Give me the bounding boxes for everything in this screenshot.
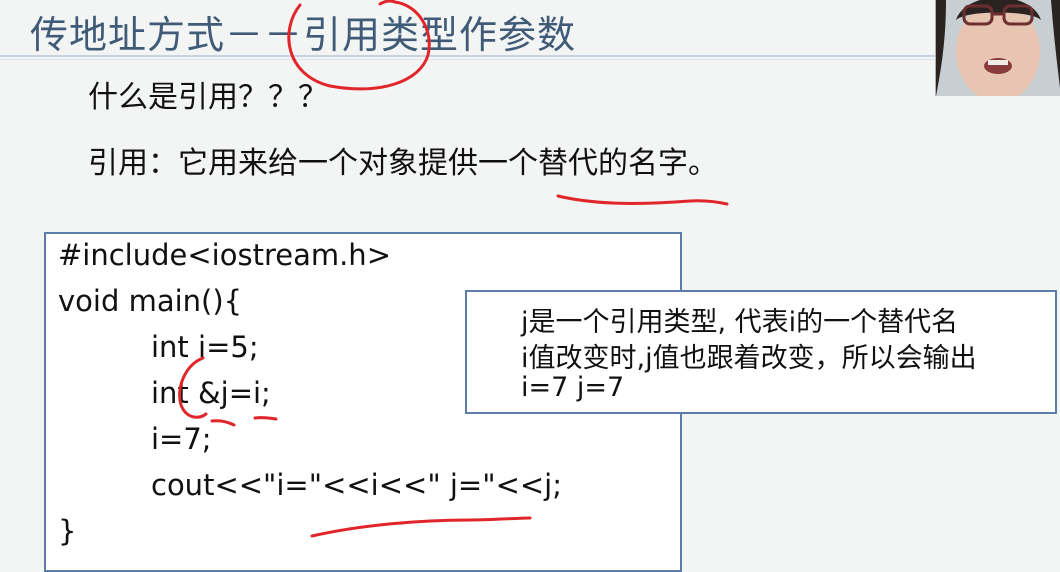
ref-circle-annotation <box>178 356 208 419</box>
red-annotation-layer <box>178 0 729 538</box>
cout-underline-annotation <box>310 516 532 538</box>
title-circle-annotation <box>287 0 431 91</box>
definition-underline-annotation <box>556 194 729 206</box>
ref-underline-annotation-2 <box>253 416 278 421</box>
ref-underline-annotation <box>210 419 236 427</box>
